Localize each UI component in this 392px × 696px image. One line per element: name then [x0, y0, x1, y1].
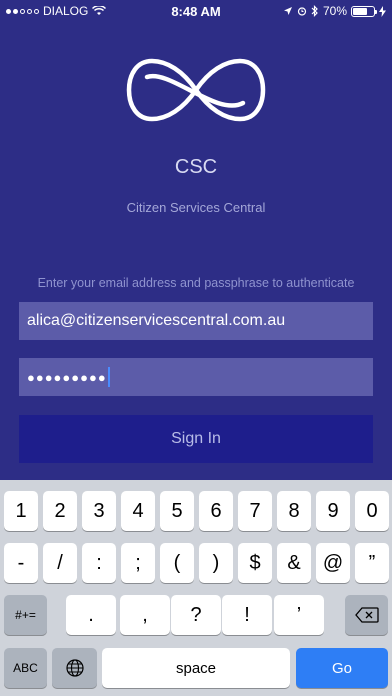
battery-icon — [351, 5, 377, 17]
login-instructions: Enter your email address and passphrase … — [37, 276, 355, 290]
key-6[interactable]: 6 — [199, 491, 233, 531]
text-caret — [107, 367, 110, 387]
key-apostrophe[interactable]: ’ — [274, 595, 324, 635]
abc-key[interactable]: ABC — [4, 648, 47, 688]
infinity-logo-icon — [126, 58, 266, 122]
key-quote[interactable]: ” — [355, 543, 389, 583]
backspace-key[interactable] — [345, 595, 388, 635]
key-hyphen[interactable]: - — [4, 543, 38, 583]
globe-icon — [65, 659, 84, 677]
key-open-paren[interactable]: ( — [160, 543, 194, 583]
status-right: 70% — [283, 4, 386, 18]
key-question[interactable]: ? — [171, 595, 221, 635]
location-icon — [283, 7, 292, 15]
bluetooth-icon — [311, 5, 318, 17]
app-subtitle: Citizen Services Central — [126, 200, 266, 215]
symbols-mode-key[interactable]: #+= — [4, 595, 47, 635]
key-5[interactable]: 5 — [160, 491, 194, 531]
key-1[interactable]: 1 — [4, 491, 38, 531]
backspace-icon — [354, 607, 379, 623]
key-colon[interactable]: : — [82, 543, 116, 583]
key-exclamation[interactable]: ! — [222, 595, 272, 635]
passphrase-field[interactable]: ●●●●●●●●● — [19, 358, 373, 396]
passphrase-mask: ●●●●●●●●● — [27, 369, 107, 385]
space-key[interactable]: space — [102, 648, 290, 688]
keyboard: 1 2 3 4 5 6 7 8 9 0 - / : ; ( ) $ & @ ” … — [0, 480, 392, 696]
key-at[interactable]: @ — [316, 543, 350, 583]
battery-fill — [353, 7, 367, 15]
key-3[interactable]: 3 — [82, 491, 116, 531]
key-7[interactable]: 7 — [238, 491, 272, 531]
key-8[interactable]: 8 — [277, 491, 311, 531]
battery-percent: 70% — [322, 4, 347, 18]
status-bar: DIALOG 8:48 AM 70% — [0, 0, 392, 22]
key-ampersand[interactable]: & — [277, 543, 311, 583]
sign-in-button[interactable]: Sign In — [19, 415, 373, 463]
app-name: CSC — [174, 156, 218, 178]
key-9[interactable]: 9 — [316, 491, 350, 531]
key-period[interactable]: . — [66, 595, 116, 635]
key-dollar[interactable]: $ — [238, 543, 272, 583]
go-key[interactable]: Go — [296, 648, 388, 688]
key-0[interactable]: 0 — [355, 491, 389, 531]
globe-key[interactable] — [52, 648, 97, 688]
key-4[interactable]: 4 — [121, 491, 155, 531]
key-close-paren[interactable]: ) — [199, 543, 233, 583]
key-slash[interactable]: / — [43, 543, 77, 583]
email-value: alica@citizenservicescentral.com.au — [27, 312, 286, 329]
key-semicolon[interactable]: ; — [121, 543, 155, 583]
key-comma[interactable]: , — [120, 595, 170, 635]
charging-icon — [379, 5, 386, 17]
email-field[interactable]: alica@citizenservicescentral.com.au — [19, 302, 373, 340]
key-2[interactable]: 2 — [43, 491, 77, 531]
alarm-icon — [297, 7, 307, 16]
